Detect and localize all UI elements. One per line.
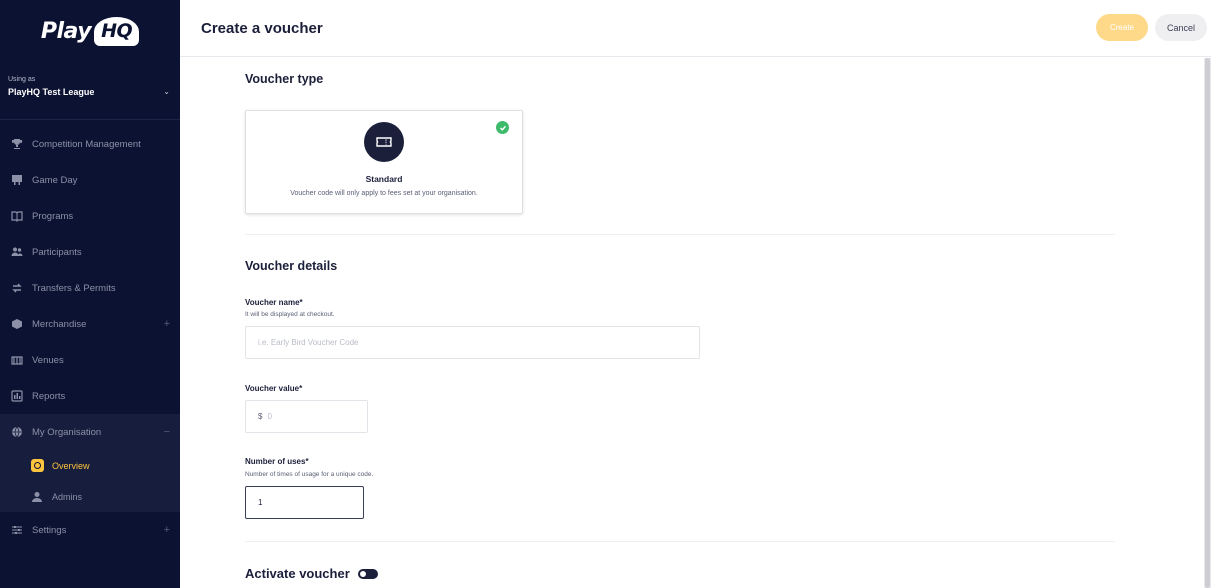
sidebar-item-label: Programs	[32, 210, 74, 222]
voucher-details-heading: Voucher details	[245, 259, 338, 273]
voucher-value-input[interactable]: $ 0	[245, 400, 368, 433]
overview-icon	[30, 459, 44, 473]
sidebar-item-game-day[interactable]: Game Day	[0, 162, 180, 198]
cancel-button[interactable]: Cancel	[1155, 14, 1207, 41]
scrollbar[interactable]	[1204, 58, 1211, 588]
voucher-type-description: Voucher code will only apply to fees set…	[290, 190, 478, 197]
page-header: Create a voucher Create Cancel	[180, 0, 1211, 57]
sidebar-subitem-admins[interactable]: Admins	[0, 481, 180, 512]
book-icon	[10, 209, 24, 223]
sidebar-item-programs[interactable]: Programs	[0, 198, 180, 234]
sidebar-item-label: Transfers & Permits	[32, 282, 116, 294]
divider	[245, 541, 1115, 542]
voucher-name-input[interactable]: i.e. Early Bird Voucher Code	[245, 326, 700, 359]
currency-prefix: $	[258, 412, 263, 421]
number-of-uses-hint: Number of times of usage for a unique co…	[245, 471, 374, 478]
expand-icon[interactable]: +	[164, 318, 170, 330]
globe-icon	[10, 425, 24, 439]
activate-voucher-label: Activate voucher	[245, 566, 350, 581]
sliders-icon	[10, 523, 24, 537]
voucher-name-hint: It will be displayed at checkout.	[245, 311, 335, 318]
transfer-icon	[10, 281, 24, 295]
activate-voucher-row: Activate voucher	[245, 566, 378, 581]
sidebar-item-label: Settings	[32, 524, 67, 536]
sidebar-subitem-label: Admins	[52, 491, 83, 502]
sidebar-item-participants[interactable]: Participants	[0, 234, 180, 270]
number-of-uses-input[interactable]: 1	[245, 486, 364, 519]
sidebar-item-settings[interactable]: Settings +	[0, 512, 180, 548]
people-icon	[10, 245, 24, 259]
voucher-value-placeholder: 0	[267, 412, 272, 421]
voucher-value-label: Voucher value*	[245, 384, 303, 393]
reports-icon	[10, 389, 24, 403]
using-as-label: Using as	[8, 76, 36, 83]
chevron-down-icon[interactable]: ⌄	[163, 87, 170, 96]
logo-text: Play	[40, 18, 92, 44]
sidebar-item-reports[interactable]: Reports	[0, 378, 180, 414]
sidebar-item-label: My Organisation	[32, 426, 102, 438]
organisation-switcher[interactable]: Using as PlayHQ Test League ⌄	[0, 62, 180, 120]
divider	[245, 234, 1115, 235]
page-title: Create a voucher	[201, 19, 323, 37]
organisation-name: PlayHQ Test League	[8, 87, 95, 97]
activate-voucher-toggle[interactable]	[357, 568, 378, 579]
sidebar-item-merchandise[interactable]: Merchandise +	[0, 306, 180, 342]
number-of-uses-value: 1	[258, 498, 263, 507]
voucher-name-label: Voucher name*	[245, 298, 303, 307]
admin-icon	[30, 490, 44, 504]
voucher-type-standard-card[interactable]: Standard Voucher code will only apply to…	[245, 110, 523, 214]
sidebar-item-label: Participants	[32, 246, 82, 258]
check-icon	[496, 121, 509, 134]
create-button[interactable]: Create	[1096, 14, 1148, 41]
trophy-icon	[10, 137, 24, 151]
sidebar-item-competition-management[interactable]: Competition Management	[0, 126, 180, 162]
stadium-icon	[10, 353, 24, 367]
sidebar-item-label: Game Day	[32, 174, 78, 186]
merchandise-icon	[10, 317, 24, 331]
sidebar-item-label: Merchandise	[32, 318, 87, 330]
collapse-icon[interactable]: −	[164, 426, 170, 438]
ticket-icon	[364, 122, 404, 162]
voucher-type-label: Standard	[365, 174, 403, 184]
scrollbar-thumb[interactable]	[1205, 58, 1210, 588]
expand-icon[interactable]: +	[164, 524, 170, 536]
sidebar-subitem-overview[interactable]: Overview	[0, 450, 180, 481]
sidebar-subitem-label: Overview	[52, 460, 90, 471]
voucher-form: Voucher type Standard Voucher code will …	[180, 58, 1204, 588]
logo-hq: HQ	[94, 16, 140, 46]
sidebar-item-venues[interactable]: Venues	[0, 342, 180, 378]
sidebar-item-my-organisation[interactable]: My Organisation −	[0, 414, 180, 450]
playhq-logo[interactable]: Play HQ	[0, 0, 180, 62]
sidebar-item-transfers-permits[interactable]: Transfers & Permits	[0, 270, 180, 306]
voucher-name-placeholder: i.e. Early Bird Voucher Code	[258, 338, 359, 347]
number-of-uses-label: Number of uses*	[245, 457, 309, 466]
sidebar: Play HQ Using as PlayHQ Test League ⌄ Com…	[0, 0, 180, 588]
sidebar-item-label: Reports	[32, 390, 66, 402]
voucher-type-heading: Voucher type	[245, 72, 324, 86]
scoreboard-icon	[10, 173, 24, 187]
sidebar-item-label: Competition Management	[32, 138, 141, 150]
sidebar-item-label: Venues	[32, 354, 64, 366]
